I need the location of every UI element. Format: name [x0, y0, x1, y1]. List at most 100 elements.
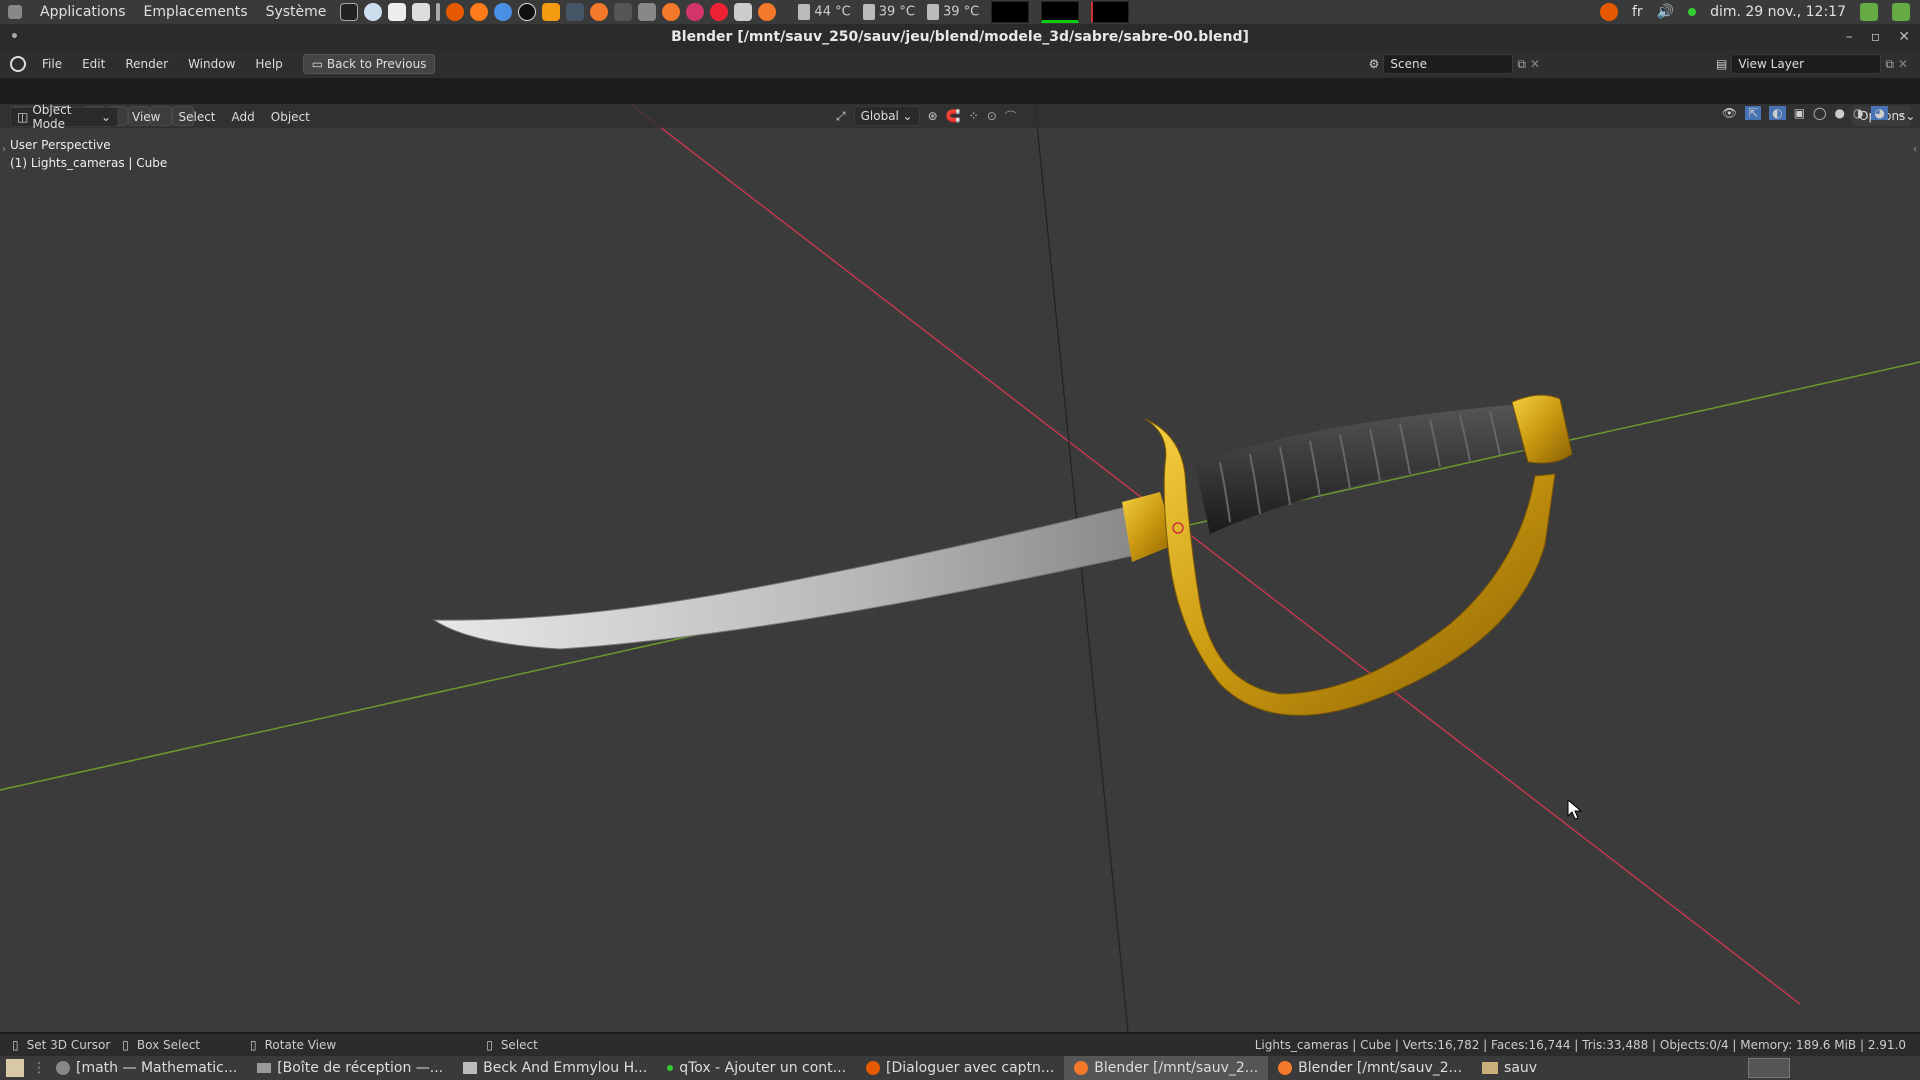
- pinwheel-icon[interactable]: [686, 3, 705, 21]
- back-to-previous-button[interactable]: ▭ Back to Previous: [302, 54, 436, 74]
- settings-icon[interactable]: [412, 3, 431, 21]
- menu-emplacements[interactable]: Emplacements: [144, 4, 248, 20]
- xtools-icon[interactable]: [446, 3, 465, 21]
- task-music[interactable]: Beck And Emmylou H...: [453, 1056, 657, 1080]
- ship-icon[interactable]: [614, 3, 633, 21]
- maximize-icon[interactable]: ▫: [1871, 24, 1881, 50]
- firefox-icon[interactable]: [470, 3, 489, 21]
- status-bar: ▯ Set 3D Cursor ▯ Box Select ▯ Rotate Vi…: [0, 1034, 1920, 1056]
- window-title: Blender [/mnt/sauv_250/sauv/jeu/blend/mo…: [671, 29, 1249, 45]
- object-mode-dropdown[interactable]: ◫ Object Mode ⌄: [10, 104, 118, 131]
- scene-field[interactable]: Scene: [1383, 54, 1514, 74]
- math-app-icon: [56, 1061, 70, 1075]
- gizmo-toggle-icon[interactable]: ⇱: [1745, 106, 1762, 120]
- shading-wireframe-icon[interactable]: ◯: [1813, 106, 1826, 120]
- blender-launcher2-icon[interactable]: [662, 3, 681, 21]
- task-dialoguer[interactable]: [Dialoguer avec captn...: [856, 1056, 1064, 1080]
- music-app-icon: [463, 1062, 478, 1074]
- view-layer-close-icon[interactable]: ✕: [1898, 57, 1908, 71]
- xtools-tray-icon[interactable]: [1599, 3, 1618, 21]
- view-layer-field[interactable]: View Layer: [1731, 54, 1882, 74]
- xray-toggle-icon[interactable]: ▣: [1794, 106, 1805, 120]
- window-titlebar[interactable]: • Blender [/mnt/sauv_250/sauv/jeu/blend/…: [0, 24, 1920, 50]
- task-qtox[interactable]: qTox - Ajouter un cont...: [657, 1056, 856, 1080]
- menu-edit[interactable]: Edit: [82, 57, 105, 71]
- taskbar-handle-icon: ⋮: [32, 1060, 46, 1076]
- menu-render[interactable]: Render: [125, 57, 168, 71]
- scene-statistics: Lights_cameras | Cube | Verts:16,782 | F…: [1254, 1038, 1906, 1052]
- 3d-viewport[interactable]: ⤢ Global⌄ ⊛ 🧲 ⁘ ⊙ ⌒ Options⌄ ◫Object Mod…: [0, 104, 1920, 1032]
- view-layer-new-icon[interactable]: ⧉: [1885, 57, 1894, 72]
- toolbar-toggle-icon[interactable]: ›: [2, 144, 6, 155]
- blender-launcher3-icon[interactable]: [758, 3, 777, 21]
- user-icon[interactable]: [1892, 3, 1910, 21]
- show-desktop-icon[interactable]: [6, 1059, 24, 1077]
- scene-new-icon[interactable]: ⧉: [1517, 57, 1526, 72]
- inkscape-icon[interactable]: [518, 3, 537, 21]
- mouse-left-icon: ▯: [12, 1038, 19, 1052]
- colorwheel-icon[interactable]: [710, 3, 729, 21]
- shading-solid-icon[interactable]: ●: [1834, 106, 1844, 120]
- menu-view[interactable]: View: [132, 110, 160, 124]
- temp-1: 44 °C: [798, 4, 850, 20]
- menu-select[interactable]: Select: [178, 110, 215, 124]
- skull-icon[interactable]: [734, 3, 753, 21]
- system-panel: Applications Emplacements Système 44 °C …: [0, 0, 1920, 24]
- apps-menu-icon[interactable]: [8, 5, 22, 19]
- blender-app-icon: [1278, 1061, 1293, 1075]
- viewport-canvas[interactable]: [0, 104, 1920, 1032]
- minimize-icon[interactable]: –: [1846, 24, 1853, 50]
- shading-rendered-icon[interactable]: ◕: [1871, 106, 1888, 120]
- menu-add[interactable]: Add: [232, 110, 255, 124]
- blender-app-icon: [1074, 1061, 1089, 1075]
- qtox-app-icon: [667, 1065, 674, 1071]
- task-blender-2[interactable]: Blender [/mnt/sauv_2...: [1268, 1056, 1472, 1080]
- app-icon[interactable]: [566, 3, 585, 21]
- task-math[interactable]: [math — Mathematic...: [46, 1056, 247, 1080]
- globe-icon[interactable]: [364, 3, 383, 21]
- menu-help[interactable]: Help: [255, 57, 282, 71]
- menu-window[interactable]: Window: [188, 57, 235, 71]
- blender-topbar: File Edit Render Window Help ▭ Back to P…: [0, 50, 1920, 78]
- close-icon[interactable]: ✕: [1898, 24, 1910, 50]
- calendar-icon[interactable]: [388, 3, 407, 21]
- view-layer-icon[interactable]: ▤: [1716, 57, 1727, 71]
- temperature-monitors: 44 °C 39 °C 39 °C: [798, 1, 1130, 23]
- volume-icon[interactable]: 🔊: [1657, 4, 1674, 20]
- window-menu-icon[interactable]: •: [10, 24, 19, 50]
- menu-file[interactable]: File: [42, 57, 62, 71]
- task-blender-1[interactable]: Blender [/mnt/sauv_2...: [1064, 1056, 1269, 1080]
- dots-icon: [436, 3, 441, 21]
- viewport-header: ◫ Object Mode ⌄ View Select Add Object 👁 ⇱…: [0, 104, 1920, 131]
- vlc-icon[interactable]: [542, 3, 561, 21]
- blender-logo-icon[interactable]: [10, 56, 26, 72]
- task-mail[interactable]: [Boîte de réception —...: [247, 1056, 453, 1080]
- task-sauv-folder[interactable]: sauv: [1472, 1056, 1547, 1080]
- menu-applications[interactable]: Applications: [40, 4, 126, 20]
- workspace-switcher[interactable]: [1748, 1058, 1790, 1078]
- blender-launcher-icon[interactable]: [590, 3, 609, 21]
- sidebar-toggle-icon[interactable]: ‹: [1913, 144, 1917, 155]
- scene-close-icon[interactable]: ✕: [1530, 57, 1540, 71]
- temp-2: 39 °C: [863, 4, 915, 20]
- clock[interactable]: dim. 29 nov., 12:17: [1710, 4, 1846, 20]
- overlays-toggle-icon[interactable]: ◐: [1769, 106, 1786, 120]
- network-status-icon[interactable]: [1688, 8, 1697, 16]
- chevron-down-icon: ⌄: [100, 110, 111, 124]
- chromium-icon[interactable]: [494, 3, 513, 21]
- mail-icon[interactable]: [638, 3, 657, 21]
- terminal-icon[interactable]: [340, 3, 359, 21]
- shading-material-icon[interactable]: ◑: [1853, 106, 1863, 120]
- status-rotate-view: Rotate View: [264, 1038, 337, 1052]
- notification-icon[interactable]: [1860, 3, 1878, 21]
- xtools-app-icon: [866, 1061, 881, 1075]
- menu-systeme[interactable]: Système: [266, 4, 327, 20]
- menu-object[interactable]: Object: [271, 110, 310, 124]
- chevron-down-icon[interactable]: ⌄: [1896, 106, 1906, 120]
- scene-icon[interactable]: ⚙: [1369, 57, 1380, 71]
- visibility-icon[interactable]: 👁: [1722, 106, 1737, 120]
- screen-icon: ▭: [311, 57, 327, 71]
- status-set-3d-cursor: Set 3D Cursor: [26, 1038, 111, 1052]
- network-graph: [1091, 1, 1130, 23]
- keyboard-layout[interactable]: fr: [1632, 4, 1643, 20]
